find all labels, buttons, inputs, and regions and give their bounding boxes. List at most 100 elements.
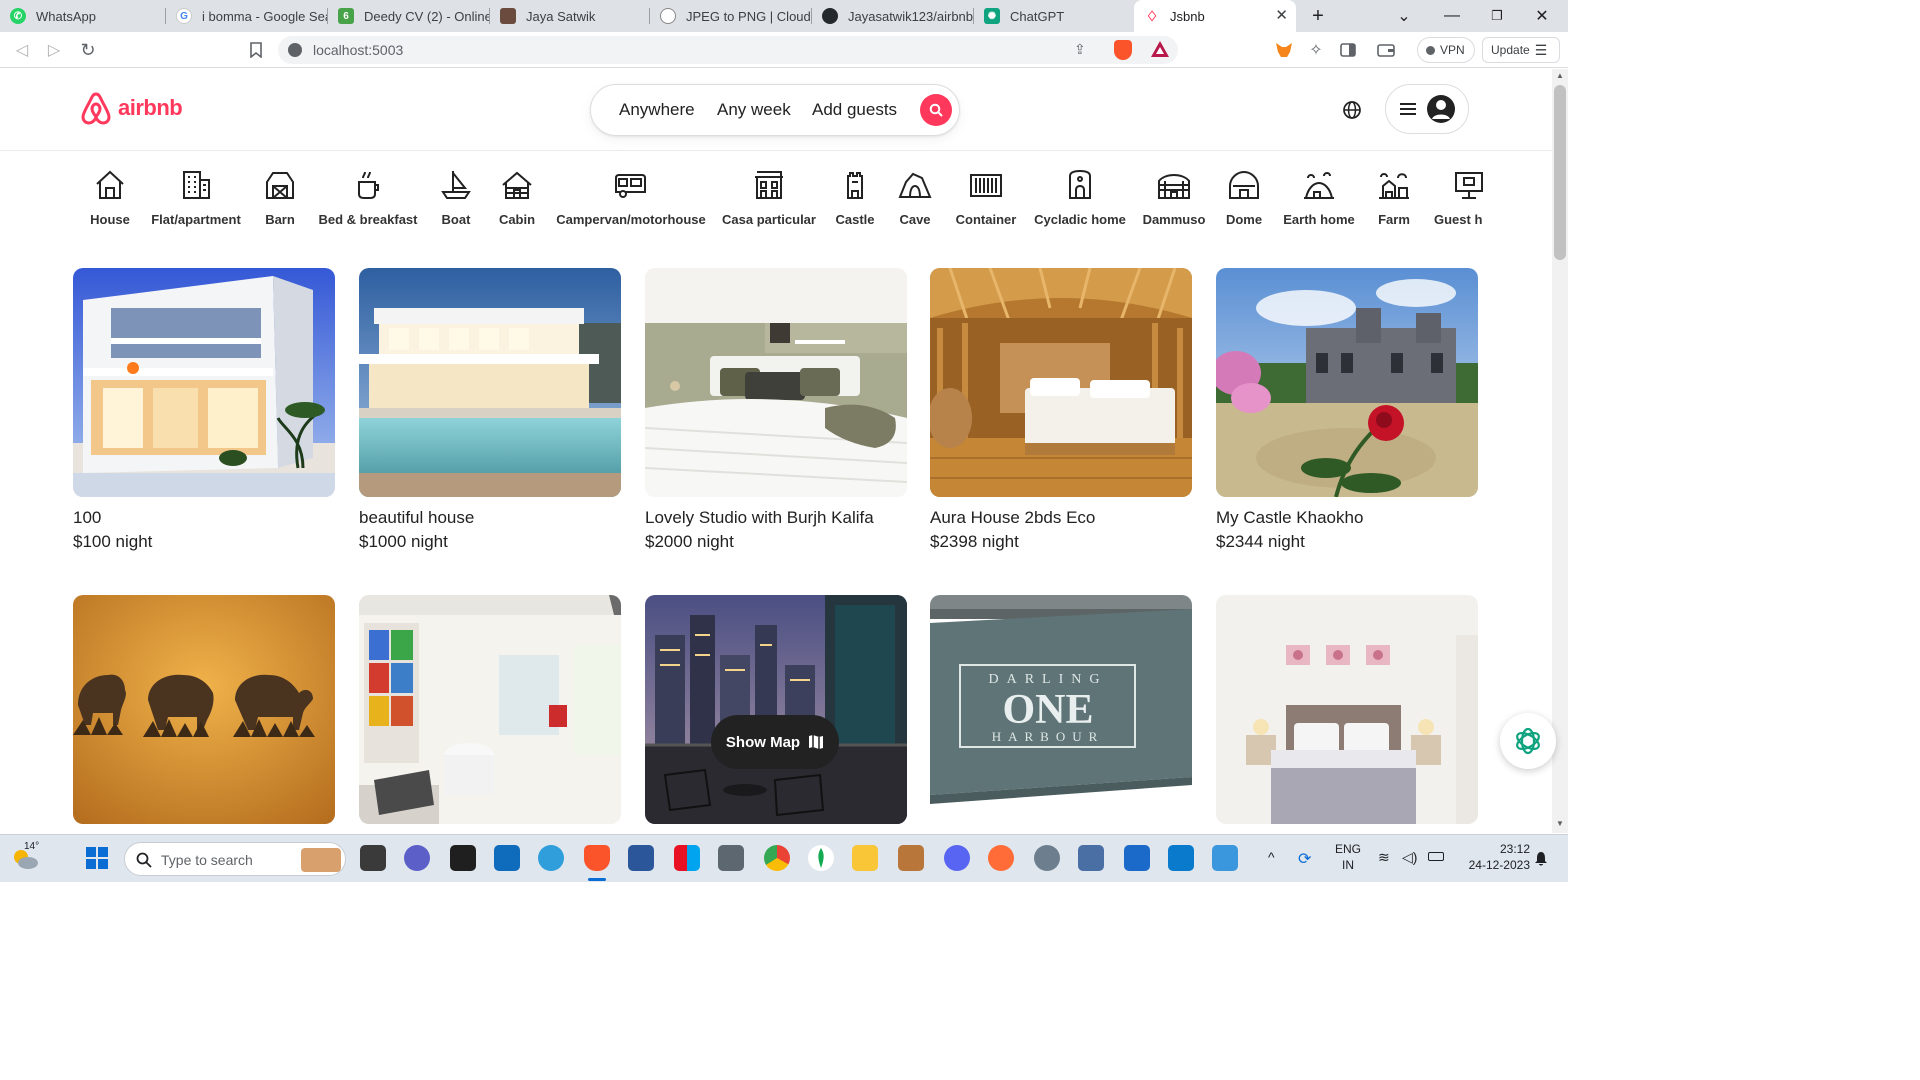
listing-image[interactable]: DARLING ONE HARBOUR bbox=[930, 595, 1192, 824]
listing-image[interactable] bbox=[359, 268, 621, 497]
battery-icon[interactable] bbox=[1428, 852, 1444, 861]
listing-title[interactable]: 100 bbox=[73, 508, 101, 528]
airbnb-logo-icon[interactable] bbox=[80, 91, 112, 130]
close-tab-icon[interactable]: ✕ bbox=[1275, 6, 1288, 24]
category-casa-particular[interactable]: Casa particular bbox=[722, 168, 816, 232]
maximize-button[interactable]: ❐ bbox=[1477, 0, 1517, 32]
tab-chatgpt[interactable]: ✺ ChatGPT bbox=[974, 0, 1134, 32]
close-window-button[interactable]: ✕ bbox=[1522, 0, 1562, 32]
listing-image[interactable] bbox=[645, 268, 907, 497]
metamask-icon[interactable] bbox=[1272, 38, 1296, 62]
listing-image[interactable] bbox=[645, 595, 907, 824]
category-castle[interactable]: Castle bbox=[832, 168, 878, 232]
tab-jsbnb[interactable]: ♢ Jsbnb ✕ bbox=[1134, 0, 1296, 32]
chatgpt-assistant-button[interactable] bbox=[1500, 713, 1556, 769]
listing-image[interactable] bbox=[359, 595, 621, 824]
tab-google-search[interactable]: G i bomma - Google Sea bbox=[166, 0, 328, 32]
share-icon[interactable]: ⇪ bbox=[1074, 41, 1086, 58]
photos-icon[interactable] bbox=[1212, 845, 1238, 871]
category-dome[interactable]: Dome bbox=[1222, 168, 1266, 232]
listing-image[interactable] bbox=[1216, 595, 1478, 824]
listing-image[interactable] bbox=[73, 595, 335, 824]
file-explorer-icon[interactable] bbox=[852, 845, 878, 871]
wallet-icon[interactable] bbox=[1374, 38, 1398, 62]
brave-browser-icon[interactable] bbox=[584, 845, 610, 871]
extensions-icon[interactable]: ✧ bbox=[1304, 38, 1328, 62]
listing-title[interactable]: beautiful house bbox=[359, 508, 474, 528]
tab-deedy-cv[interactable]: 6 Deedy CV (2) - Online bbox=[328, 0, 490, 32]
category-bed-breakfast[interactable]: Bed & breakfast bbox=[319, 168, 418, 232]
category-campervan[interactable]: Campervan/motorhouse bbox=[556, 168, 706, 232]
address-bar[interactable]: localhost:5003 ⇪ bbox=[278, 36, 1178, 64]
tray-chevron-up-icon[interactable]: ^ bbox=[1268, 849, 1275, 865]
mongodb-icon[interactable] bbox=[808, 845, 834, 871]
tab-jaya-satwik[interactable]: Jaya Satwik bbox=[490, 0, 650, 32]
search-button[interactable] bbox=[920, 94, 952, 126]
tab-search-chevron-icon[interactable]: ⌄ bbox=[1384, 0, 1424, 32]
category-boat[interactable]: Boat bbox=[436, 168, 476, 232]
bookmark-icon[interactable] bbox=[244, 38, 268, 62]
reload-icon[interactable]: ↻ bbox=[76, 38, 100, 62]
edge-icon[interactable] bbox=[538, 845, 564, 871]
listing-image[interactable] bbox=[930, 268, 1192, 497]
wifi-icon[interactable]: ≋ bbox=[1378, 849, 1390, 866]
page-scrollbar[interactable]: ▲ ▼ bbox=[1552, 69, 1568, 833]
category-house[interactable]: House bbox=[88, 168, 132, 232]
paint-icon[interactable] bbox=[674, 845, 700, 871]
brave-rewards-icon[interactable] bbox=[1150, 40, 1170, 63]
onedrive-sync-icon[interactable]: ⟳ bbox=[1298, 849, 1311, 869]
user-menu-button[interactable] bbox=[1385, 84, 1469, 134]
task-view-icon[interactable] bbox=[360, 845, 386, 871]
mail-icon[interactable] bbox=[494, 845, 520, 871]
brave-shields-icon[interactable] bbox=[1114, 40, 1132, 60]
category-farm[interactable]: Farm bbox=[1372, 168, 1416, 232]
tab-github[interactable]: Jayasatwik123/airbnb bbox=[812, 0, 974, 32]
scroll-down-arrow-icon[interactable]: ▼ bbox=[1556, 819, 1564, 828]
listing-image[interactable] bbox=[73, 268, 335, 497]
windows-start-icon[interactable] bbox=[86, 847, 108, 874]
globe-icon[interactable] bbox=[1342, 100, 1362, 125]
sidebar-icon[interactable] bbox=[1336, 38, 1360, 62]
listing-title[interactable]: Aura House 2bds Eco bbox=[930, 508, 1095, 528]
vpn-button[interactable]: VPN bbox=[1417, 37, 1475, 63]
chrome-icon[interactable] bbox=[764, 845, 790, 871]
category-container[interactable]: Container bbox=[954, 168, 1018, 232]
tab-whatsapp[interactable]: ✆ WhatsApp bbox=[0, 0, 166, 32]
package-icon[interactable] bbox=[898, 845, 924, 871]
new-tab-button[interactable]: + bbox=[1298, 0, 1338, 32]
camera-icon[interactable] bbox=[718, 845, 744, 871]
listing-title[interactable]: Lovely Studio with Burjh Kalifa bbox=[645, 508, 874, 528]
category-guest-house[interactable]: Guest h bbox=[1434, 168, 1484, 232]
calculator-icon[interactable] bbox=[1078, 845, 1104, 871]
category-cabin[interactable]: Cabin bbox=[496, 168, 538, 232]
site-info-icon[interactable] bbox=[288, 43, 302, 57]
tab-jpeg-to-png[interactable]: JPEG to PNG | CloudCo bbox=[650, 0, 812, 32]
scroll-thumb[interactable] bbox=[1554, 85, 1566, 260]
listing-image[interactable] bbox=[1216, 268, 1478, 497]
back-icon[interactable]: ◁ bbox=[10, 38, 34, 62]
category-cycladic-home[interactable]: Cycladic home bbox=[1034, 168, 1126, 232]
vscode-icon[interactable] bbox=[1168, 845, 1194, 871]
notepad-icon[interactable] bbox=[1124, 845, 1150, 871]
search-week[interactable]: Any week bbox=[717, 100, 791, 120]
category-barn[interactable]: Barn bbox=[260, 168, 300, 232]
teams-chat-icon[interactable] bbox=[404, 845, 430, 871]
taskbar-search-box[interactable]: Type to search bbox=[124, 842, 346, 876]
search-location[interactable]: Anywhere bbox=[619, 100, 695, 120]
airbnb-logo-text[interactable]: airbnb bbox=[118, 95, 183, 121]
scroll-up-arrow-icon[interactable]: ▲ bbox=[1556, 71, 1564, 80]
clock-time[interactable]: 23:12 bbox=[1458, 842, 1530, 856]
category-dammuso[interactable]: Dammuso bbox=[1142, 168, 1206, 232]
word-icon[interactable] bbox=[628, 845, 654, 871]
category-cave[interactable]: Cave bbox=[894, 168, 936, 232]
weather-widget[interactable]: 14° bbox=[10, 841, 40, 873]
volume-icon[interactable]: ◁) bbox=[1402, 849, 1417, 866]
category-earth-home[interactable]: Earth home bbox=[1282, 168, 1356, 232]
notification-bell-icon[interactable] bbox=[1534, 851, 1548, 872]
show-map-button[interactable]: Show Map bbox=[711, 715, 839, 769]
postman-icon[interactable] bbox=[988, 845, 1014, 871]
language-indicator[interactable]: ENG bbox=[1330, 842, 1366, 856]
minimize-button[interactable]: — bbox=[1432, 0, 1472, 32]
discord-icon[interactable] bbox=[944, 845, 970, 871]
listing-title[interactable]: My Castle Khaokho bbox=[1216, 508, 1363, 528]
